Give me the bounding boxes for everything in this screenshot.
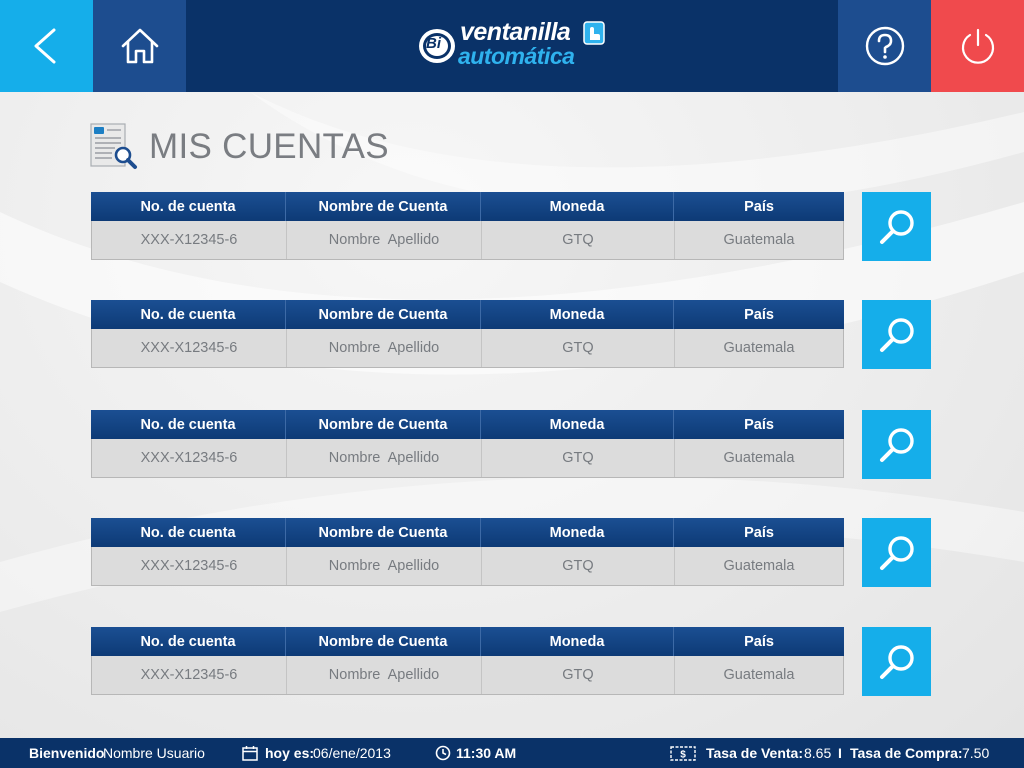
account-table-header: No. de cuenta Nombre de Cuenta Moneda Pa…	[91, 627, 844, 656]
sell-rate-value: 8.65	[804, 745, 832, 761]
search-icon	[879, 317, 914, 352]
header-currency: Moneda	[481, 518, 674, 547]
help-button[interactable]	[838, 0, 931, 92]
buy-rate-label: Tasa de Compra:	[850, 745, 963, 761]
header-currency: Moneda	[481, 300, 674, 329]
money-icon: $	[670, 746, 696, 761]
account-table-header: No. de cuenta Nombre de Cuenta Moneda Pa…	[91, 300, 844, 329]
power-button[interactable]	[931, 0, 1024, 92]
account-name: Nombre Apellido	[287, 547, 482, 585]
account-country: Guatemala	[723, 450, 795, 466]
header-country: País	[744, 633, 774, 650]
account-table-header: No. de cuenta Nombre de Cuenta Moneda Pa…	[91, 410, 844, 439]
logo-line2: automática	[458, 43, 575, 69]
home-button[interactable]	[93, 0, 186, 92]
page-title: MIS CUENTAS	[149, 127, 389, 166]
account-table-row: XXX-X12345-6 Nombre Apellido GTQ Guatema…	[91, 329, 844, 368]
account-country: Guatemala	[723, 558, 795, 574]
calendar-icon	[242, 746, 258, 761]
header-account-number: No. de cuenta	[91, 627, 286, 656]
account-number: XXX-X12345-6	[92, 221, 287, 259]
date-value: 06/ene/2013	[313, 745, 391, 761]
clock-icon	[435, 745, 451, 761]
header-currency: Moneda	[481, 410, 674, 439]
header-country: País	[744, 198, 774, 215]
account-number: XXX-X12345-6	[92, 439, 287, 477]
header-country: País	[744, 416, 774, 433]
account-currency: GTQ	[482, 439, 675, 477]
header-account-number: No. de cuenta	[91, 192, 286, 221]
home-icon	[121, 28, 158, 64]
header-account-name: Nombre de Cuenta	[286, 518, 481, 547]
power-icon	[961, 28, 994, 64]
app-header: Bi ventanilla automática	[0, 0, 1024, 92]
account-number: XXX-X12345-6	[92, 329, 287, 367]
welcome-label: Bienvenido	[29, 745, 105, 761]
account-name: Nombre Apellido	[287, 329, 482, 367]
account-currency: GTQ	[482, 547, 675, 585]
account-name: Nombre Apellido	[287, 221, 482, 259]
account-currency: GTQ	[482, 221, 675, 259]
account-card: No. de cuenta Nombre de Cuenta Moneda Pa…	[91, 410, 844, 479]
accounts-document-icon	[90, 123, 137, 169]
header-account-number: No. de cuenta	[91, 300, 286, 329]
search-icon	[879, 209, 914, 244]
account-name: Nombre Apellido	[287, 439, 482, 477]
account-table-row: XXX-X12345-6 Nombre Apellido GTQ Guatema…	[91, 656, 844, 695]
sell-rate-label: Tasa de Venta:	[706, 745, 804, 761]
header-account-name: Nombre de Cuenta	[286, 192, 481, 221]
logo-hand-icon	[583, 21, 605, 45]
account-country: Guatemala	[723, 340, 795, 356]
header-account-name: Nombre de Cuenta	[286, 627, 481, 656]
header-account-number: No. de cuenta	[91, 410, 286, 439]
date-label: hoy es:	[265, 745, 315, 761]
view-account-button[interactable]	[862, 410, 931, 479]
account-table-row: XXX-X12345-6 Nombre Apellido GTQ Guatema…	[91, 547, 844, 586]
account-table-header: No. de cuenta Nombre de Cuenta Moneda Pa…	[91, 518, 844, 547]
account-number: XXX-X12345-6	[92, 547, 287, 585]
header-account-name: Nombre de Cuenta	[286, 410, 481, 439]
header-account-number: No. de cuenta	[91, 518, 286, 547]
account-currency: GTQ	[482, 329, 675, 367]
back-button[interactable]	[0, 0, 93, 92]
ventanilla-logo: Bi ventanilla automática	[418, 18, 608, 74]
account-number: XXX-X12345-6	[92, 656, 287, 694]
back-arrow-icon	[34, 28, 55, 64]
search-icon	[879, 535, 914, 570]
svg-text:$: $	[680, 750, 686, 761]
account-card: No. de cuenta Nombre de Cuenta Moneda Pa…	[91, 627, 844, 696]
buy-rate-value: 7.50	[962, 745, 990, 761]
logo-badge-text: Bi	[426, 35, 441, 52]
view-account-button[interactable]	[862, 300, 931, 369]
search-icon	[879, 644, 914, 679]
header-country: País	[744, 524, 774, 541]
view-account-button[interactable]	[862, 627, 931, 696]
account-table-row: XXX-X12345-6 Nombre Apellido GTQ Guatema…	[91, 439, 844, 478]
account-country: Guatemala	[723, 667, 795, 683]
account-card: No. de cuenta Nombre de Cuenta Moneda Pa…	[91, 300, 844, 369]
user-name: Nombre Usuario	[103, 745, 205, 761]
header-account-name: Nombre de Cuenta	[286, 300, 481, 329]
account-card: No. de cuenta Nombre de Cuenta Moneda Pa…	[91, 192, 844, 261]
account-card: No. de cuenta Nombre de Cuenta Moneda Pa…	[91, 518, 844, 587]
status-bar: Bienvenido Nombre Usuario hoy es: 06/ene…	[0, 738, 1024, 768]
header-currency: Moneda	[481, 192, 674, 221]
search-icon	[879, 427, 914, 462]
view-account-button[interactable]	[862, 192, 931, 261]
account-table-header: No. de cuenta Nombre de Cuenta Moneda Pa…	[91, 192, 844, 221]
account-name: Nombre Apellido	[287, 656, 482, 694]
rate-separator: I	[838, 745, 842, 761]
account-table-row: XXX-X12345-6 Nombre Apellido GTQ Guatema…	[91, 221, 844, 260]
view-account-button[interactable]	[862, 518, 931, 587]
account-currency: GTQ	[482, 656, 675, 694]
help-icon	[865, 26, 904, 66]
header-country: País	[744, 306, 774, 323]
header-currency: Moneda	[481, 627, 674, 656]
time-value: 11:30 AM	[456, 745, 517, 761]
account-country: Guatemala	[723, 232, 795, 248]
